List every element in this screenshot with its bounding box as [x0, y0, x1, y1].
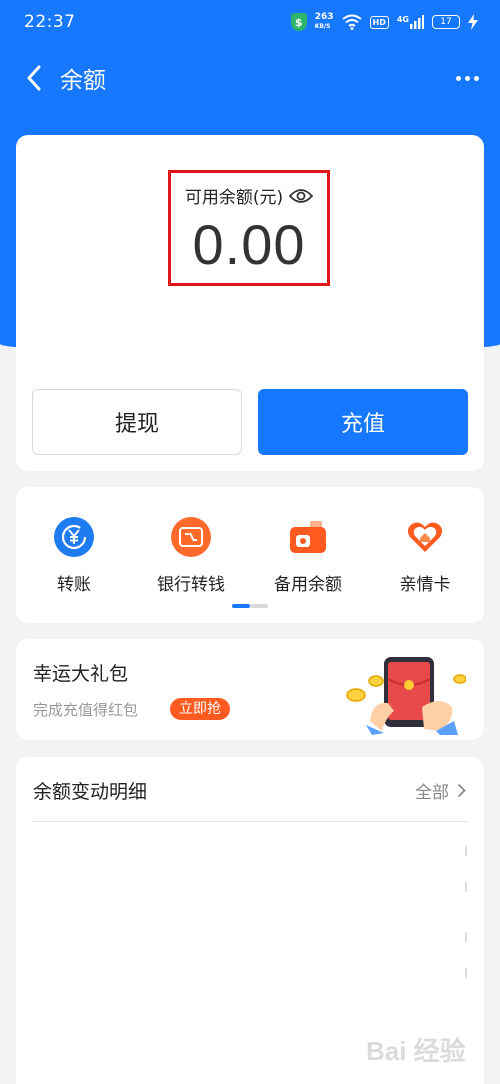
signal-indicator: 4G — [397, 15, 424, 29]
balance-label-row: 可用余额(元) — [171, 183, 327, 208]
network-speed-unit: KB/S — [314, 23, 331, 30]
page-dot-active — [232, 604, 250, 608]
details-title: 余额变动明细 — [33, 781, 148, 803]
scroll-mark — [465, 846, 467, 856]
grab-now-button[interactable]: 立即抢 — [170, 698, 230, 720]
lucky-subtitle: 完成充值得红包 — [33, 701, 139, 719]
eye-icon[interactable] — [289, 188, 314, 204]
status-bar: 22:37 $ 263 KB/S HD 4G 17 — [0, 0, 500, 44]
more-options-icon[interactable] — [452, 52, 482, 104]
balance-highlight-box: 可用余额(元) 0.00 — [168, 170, 330, 286]
recharge-button[interactable]: 充值 — [258, 389, 468, 455]
withdraw-button[interactable]: 提现 — [32, 389, 242, 455]
red-packet-phone-icon — [346, 657, 466, 735]
bank-card-icon — [171, 517, 211, 557]
scroll-mark — [465, 968, 467, 978]
lucky-title: 幸运大礼包 — [33, 663, 129, 685]
scroll-mark — [465, 882, 467, 892]
action-label: 备用余额 — [274, 575, 342, 595]
hd-badge: HD — [369, 15, 389, 29]
network-type: 4G — [396, 15, 409, 24]
view-all-label: 全部 — [415, 783, 449, 803]
action-family-card[interactable]: 亲情卡 — [370, 517, 480, 595]
action-label: 银行转钱 — [157, 575, 225, 595]
page-indicator — [232, 604, 268, 608]
page-title: 余额 — [60, 68, 106, 94]
balance-card: 可用余额(元) 0.00 提现 充值 — [16, 135, 484, 471]
network-speed: 263 KB/S — [315, 13, 334, 31]
quick-actions-card: 转账 银行转钱 备用余额 亲情卡 — [16, 487, 484, 623]
scroll-mark — [465, 932, 467, 942]
lucky-gift-card[interactable]: 幸运大礼包 完成充值得红包 立即抢 — [16, 639, 484, 740]
yuan-transfer-icon — [54, 517, 94, 557]
back-arrow-icon[interactable] — [12, 52, 56, 104]
battery-icon: 17 — [432, 15, 460, 29]
view-all-link[interactable]: 全部 — [415, 778, 466, 803]
heart-home-icon — [405, 517, 445, 557]
balance-label: 可用余额(元) — [184, 188, 284, 208]
action-backup-balance[interactable]: 备用余额 — [253, 517, 363, 595]
signal-bars-icon — [410, 15, 424, 29]
wallet-icon — [288, 517, 328, 557]
security-shield-icon: $ — [290, 13, 307, 31]
balance-amount: 0.00 — [192, 213, 306, 276]
status-icons: $ 263 KB/S HD 4G 17 — [290, 13, 478, 31]
wifi-icon — [341, 14, 362, 30]
action-label: 亲情卡 — [399, 575, 451, 595]
action-label: 转账 — [57, 575, 91, 595]
baidu-jingyan-watermark: Bai 经验 — [366, 1036, 466, 1066]
divider — [32, 821, 468, 822]
page-dot — [250, 604, 268, 608]
chevron-right-icon — [457, 783, 466, 798]
nav-bar: 余额 — [0, 52, 500, 104]
status-time: 22:37 — [24, 12, 76, 32]
charging-bolt-icon — [468, 14, 478, 30]
action-bank-transfer[interactable]: 银行转钱 — [136, 517, 246, 595]
network-speed-value: 263 — [314, 12, 334, 22]
action-transfer[interactable]: 转账 — [19, 517, 129, 595]
watermark-text: Bai 经验 — [366, 1036, 466, 1066]
